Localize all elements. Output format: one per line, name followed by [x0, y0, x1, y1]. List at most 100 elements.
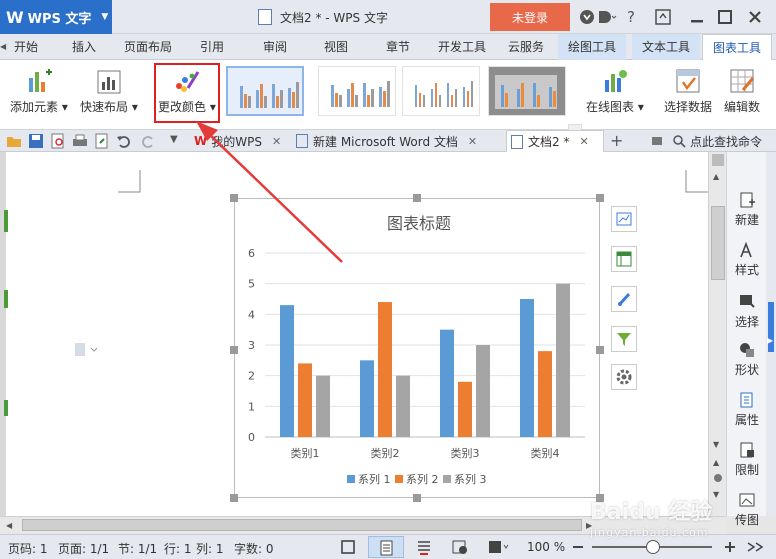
customize-dropdown-icon[interactable]: ▼	[170, 134, 178, 145]
wps-menu-button[interactable]: W WPS 文字 ▼	[0, 0, 112, 34]
chart-style-4[interactable]	[488, 66, 566, 116]
tab-menu-icon[interactable]	[650, 133, 666, 149]
web-view-icon[interactable]	[452, 539, 468, 555]
resize-handle-w[interactable]	[230, 346, 238, 354]
tab-chart-tools[interactable]: 图表工具	[702, 34, 773, 60]
status-section[interactable]: 节: 1/1	[118, 540, 157, 557]
add-element-button[interactable]: 添加元素 ▾	[10, 64, 68, 115]
chart-legend[interactable]: 系列 1 系列 2 系列 3	[347, 472, 487, 486]
reading-mode-icon[interactable]	[488, 539, 510, 555]
status-word-count[interactable]: 字数: 0	[234, 540, 274, 557]
resize-handle-e[interactable]	[596, 346, 604, 354]
chevron-left-icon[interactable]: ◀	[0, 42, 10, 51]
online-chart-button[interactable]: 在线图表 ▾	[586, 64, 644, 115]
bar[interactable]	[556, 283, 570, 437]
panel-new[interactable]: 新建	[727, 192, 767, 228]
skin-icon[interactable]	[576, 6, 598, 28]
resize-handle-sw[interactable]	[230, 494, 238, 502]
bar[interactable]	[298, 363, 312, 437]
vertical-scrollbar[interactable]: ▲ ▼ ▲ ▼	[708, 152, 726, 516]
tab-review[interactable]: 审阅	[263, 38, 287, 55]
browse-object-icon[interactable]	[714, 474, 722, 482]
status-row[interactable]: 行: 1	[164, 540, 192, 557]
chart-object[interactable]: 图表标题 0 1 2 3 4 5 6 类别1 类别2 类别3 类别4 系列 1 系列 2 系列 3	[234, 198, 600, 498]
edit-data-button[interactable]: 编辑数	[724, 64, 760, 115]
doc-tab-word[interactable]: 新建 Microsoft Word 文档 ✕	[292, 130, 504, 152]
bar[interactable]	[378, 302, 392, 437]
export-icon[interactable]	[94, 133, 110, 149]
bar[interactable]	[316, 375, 330, 437]
restore-tabs-icon[interactable]	[652, 6, 674, 28]
redo-icon[interactable]	[140, 133, 156, 149]
open-folder-icon[interactable]	[6, 133, 22, 149]
panel-shape[interactable]: 形状	[727, 342, 767, 378]
panel-restrict[interactable]: 限制	[727, 442, 767, 478]
scroll-thumb[interactable]	[711, 206, 725, 280]
prev-page-icon[interactable]: ▲	[713, 458, 719, 467]
tab-home[interactable]: 开始	[14, 38, 38, 55]
status-pages[interactable]: 页面: 1/1	[58, 540, 109, 557]
print-icon[interactable]	[72, 133, 88, 149]
fullscreen-icon[interactable]	[340, 539, 356, 555]
chevron-down-icon[interactable]: ▼	[713, 440, 719, 449]
zoom-slider-thumb[interactable]	[646, 540, 660, 554]
doc-tab-my-wps[interactable]: W 我的WPS ✕	[190, 130, 286, 152]
hscroll-thumb[interactable]	[22, 519, 582, 531]
save-icon[interactable]	[28, 133, 44, 149]
bar[interactable]	[396, 375, 410, 437]
tab-view[interactable]: 视图	[324, 38, 348, 55]
zoom-out-icon[interactable]	[570, 539, 586, 555]
panel-style[interactable]: 样式	[727, 242, 767, 278]
close-icon[interactable]	[744, 6, 766, 28]
chart-title[interactable]: 图表标题	[387, 214, 451, 233]
status-page[interactable]: 页码: 1	[8, 540, 48, 557]
command-search[interactable]: 点此查找命令	[672, 132, 776, 150]
resize-handle-ne[interactable]	[596, 194, 604, 202]
panel-collapse-strip[interactable]: ▶	[766, 152, 776, 516]
bar[interactable]	[440, 329, 454, 437]
scroll-top-icon[interactable]	[712, 154, 724, 166]
resize-handle-nw[interactable]	[230, 194, 238, 202]
bar[interactable]	[538, 351, 552, 437]
tab-insert[interactable]: 插入	[72, 38, 96, 55]
new-tab-icon[interactable]: +	[610, 131, 623, 150]
bar[interactable]	[520, 299, 534, 437]
chart-style-2[interactable]	[318, 66, 396, 116]
close-tab-icon[interactable]: ✕	[272, 135, 281, 148]
zoom-level[interactable]: 100 %	[527, 540, 565, 554]
tab-developer[interactable]: 开发工具	[438, 38, 486, 55]
chevron-left-icon[interactable]: ◀	[6, 521, 12, 530]
tab-references[interactable]: 引用	[200, 38, 224, 55]
panel-properties[interactable]: 属性	[727, 392, 767, 428]
status-col[interactable]: 列: 1	[196, 540, 224, 557]
bar[interactable]	[360, 360, 374, 437]
chart-style-1[interactable]	[226, 66, 304, 116]
tab-text-tools[interactable]: 文本工具	[632, 34, 701, 60]
print-preview-icon[interactable]	[50, 133, 66, 149]
resize-handle-s[interactable]	[413, 494, 421, 502]
doc-tab-doc2[interactable]: 文档2 * ✕	[506, 130, 604, 152]
resize-handle-n[interactable]	[413, 194, 421, 202]
minimize-icon[interactable]	[686, 6, 708, 28]
chevron-up-icon[interactable]: ▲	[713, 172, 719, 181]
undo-icon[interactable]	[116, 133, 132, 149]
tab-chapter[interactable]: 章节	[386, 38, 410, 55]
bar[interactable]	[458, 381, 472, 437]
chart-layout-tool[interactable]	[611, 246, 637, 272]
chevron-right-icon[interactable]: ▶	[767, 336, 773, 345]
maximize-icon[interactable]	[714, 6, 736, 28]
chart-filter-tool[interactable]	[611, 326, 637, 352]
quick-layout-button[interactable]: 快速布局 ▾	[80, 64, 138, 115]
chart-style-3[interactable]	[402, 66, 480, 116]
chart-elements-tool[interactable]	[611, 206, 637, 232]
theme-icon[interactable]	[596, 6, 618, 28]
page-view-button[interactable]	[368, 536, 404, 558]
paragraph-marker-icon[interactable]	[74, 342, 102, 358]
tab-cloud[interactable]: 云服务	[508, 38, 544, 55]
panel-select[interactable]: 选择	[727, 294, 767, 330]
close-tab-icon[interactable]: ✕	[579, 135, 588, 148]
login-button[interactable]: 未登录	[490, 3, 570, 31]
tab-drawing-tools[interactable]: 绘图工具	[558, 34, 627, 60]
chart-style-tool[interactable]	[611, 286, 637, 312]
select-data-button[interactable]: 选择数据	[664, 64, 712, 115]
